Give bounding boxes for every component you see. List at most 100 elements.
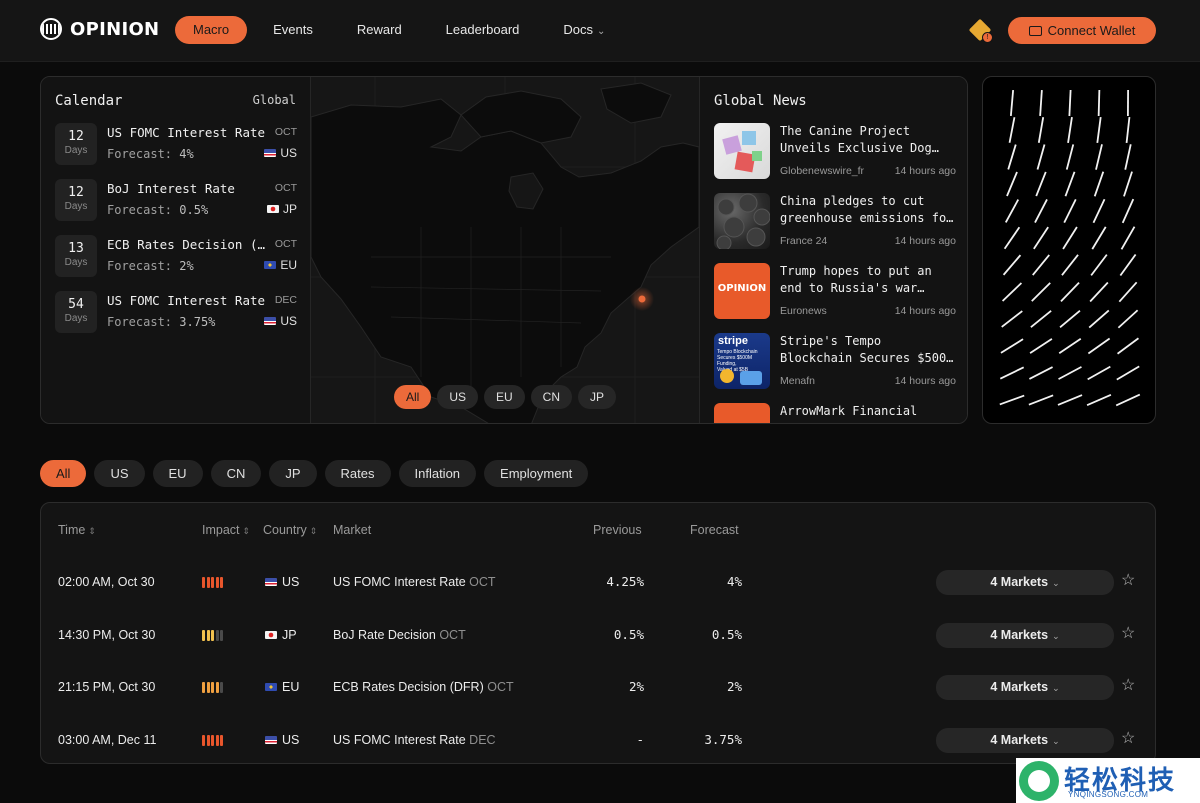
map-filter-all[interactable]: All: [393, 385, 432, 409]
connect-wallet-button[interactable]: Connect Wallet: [1008, 17, 1156, 44]
news-item[interactable]: stripe Tempo Blockchain Secures $500M Fund…: [714, 333, 956, 391]
filter-rates[interactable]: Rates: [324, 460, 391, 487]
favorite-star-icon[interactable]: ☆: [1121, 625, 1135, 643]
watermark-subtext: YNQINGSONG.COM: [1068, 790, 1149, 799]
calendar-forecast: Forecast: 3.75%: [107, 315, 215, 329]
chevron-down-icon: ⌄: [1052, 578, 1060, 588]
country-code: US: [280, 314, 297, 328]
favorite-star-icon[interactable]: ☆: [1121, 730, 1135, 748]
days-count: 12: [68, 129, 84, 144]
news-headline: Trump hopes to put an end to Russia's wa…: [780, 264, 932, 295]
impact-bar: [215, 734, 219, 746]
filter-eu[interactable]: EU: [152, 460, 203, 487]
rotating-line: [1119, 253, 1137, 277]
rotating-line: [1057, 394, 1083, 406]
bnb-chain-icon[interactable]: !: [968, 18, 993, 43]
world-map[interactable]: All US EU CN JP: [311, 77, 699, 423]
rotating-line: [1124, 144, 1132, 170]
favorite-star-icon[interactable]: ☆: [1121, 572, 1135, 590]
column-header-country[interactable]: Country ⇕: [263, 523, 317, 537]
nav-item-events[interactable]: Events: [255, 16, 331, 44]
event-market: US FOMC Interest Rate OCT: [333, 556, 496, 608]
rotating-line: [1065, 144, 1075, 170]
flag-eu-icon: [265, 683, 277, 691]
calendar-scope: Global: [252, 93, 296, 107]
impact-bar: [202, 629, 205, 641]
table-row[interactable]: 21:15 PM, Oct 30 EU ECB Rates Decision (DF…: [41, 661, 1155, 713]
filter-all[interactable]: All: [40, 460, 87, 487]
forecast-label: Forecast:: [107, 147, 173, 161]
news-headline: ArrowMark Financial: [780, 404, 918, 418]
rotating-line: [1090, 254, 1108, 276]
sort-icon: ⇕: [242, 526, 251, 536]
event-country: US: [265, 556, 299, 608]
nav-item-reward[interactable]: Reward: [339, 16, 420, 44]
country-code: EU: [282, 680, 300, 694]
calendar-item[interactable]: 12 Days BoJ Interest Rate OCT Forecast: 0.5%…: [55, 179, 297, 221]
calendar-item[interactable]: 13Days ECB Rates Decision (DFR) OCT Forecas…: [55, 235, 297, 277]
impact-bar: [211, 682, 214, 693]
impact-bar: [211, 734, 214, 746]
rotating-line: [1116, 365, 1140, 381]
table-row[interactable]: 02:00 AM, Oct 30 US US FOMC Interest Rate …: [41, 556, 1155, 608]
event-previous: 2%: [628, 679, 644, 694]
nav-item-macro[interactable]: Macro: [175, 16, 248, 44]
filter-cn[interactable]: CN: [210, 460, 262, 487]
news-item[interactable]: China pledges to cut greenhouse emission…: [714, 193, 956, 251]
column-header-impact[interactable]: Impact ⇕: [202, 523, 250, 537]
favorite-star-icon[interactable]: ☆: [1121, 677, 1135, 695]
map-filter-cn[interactable]: CN: [530, 385, 572, 409]
calendar-item[interactable]: 54 Days US FOMC Interest Rate DEC Forecast: …: [55, 291, 297, 333]
filter-employment[interactable]: Employment: [484, 460, 589, 487]
map-filter-us[interactable]: US: [437, 385, 478, 409]
markets-dropdown-button[interactable]: 4 Markets ⌄: [936, 675, 1114, 700]
table-row[interactable]: 14:30 PM, Oct 30 JP BoJ Rate Decision OCT 0…: [41, 609, 1155, 661]
impact-bar: [202, 577, 205, 588]
rotating-line: [1064, 171, 1076, 197]
event-forecast: 2%: [726, 679, 742, 694]
impact-bar: [211, 629, 214, 641]
table-row[interactable]: 03:00 AM, Dec 11 US US FOMC Interest Rate …: [41, 714, 1155, 766]
rotating-line: [1033, 226, 1049, 250]
calendar-item[interactable]: 12 Days US FOMC Interest Rate OCT Forecast: …: [55, 123, 297, 165]
days-label: Days: [64, 257, 88, 268]
brand-logo[interactable]: OPINION: [40, 18, 159, 40]
market-month: OCT: [469, 575, 496, 589]
nav-item-docs[interactable]: Docs ⌄: [545, 16, 623, 44]
event-time: 21:15 PM, Oct 30: [58, 680, 156, 694]
rotating-line: [1097, 89, 1101, 117]
site-watermark: 轻松科技 YNQINGSONG.COM: [1016, 758, 1200, 803]
impact-indicator: [202, 682, 223, 693]
map-region-filters: All US EU CN JP: [311, 385, 699, 409]
days-count: 13: [68, 241, 84, 256]
news-item[interactable]: The Canine Project Unveils Exclusive Dog…: [714, 123, 956, 181]
flag-eu-icon: [264, 261, 277, 269]
column-header-forecast: Forecast: [690, 523, 739, 537]
event-time: 02:00 AM, Oct 30: [58, 575, 155, 589]
filter-us[interactable]: US: [94, 460, 145, 487]
nav-item-leaderboard[interactable]: Leaderboard: [428, 16, 538, 44]
rotating-lines-graphic: [999, 89, 1141, 407]
filter-jp[interactable]: JP: [269, 460, 317, 487]
main-nav: Macro Events Reward Leaderboard Docs ⌄: [175, 16, 631, 44]
markets-dropdown-button[interactable]: 4 Markets ⌄: [936, 727, 1114, 753]
impact-bar: [215, 682, 219, 693]
column-header-time[interactable]: Time ⇕: [58, 523, 96, 537]
market-name: ECB Rates Decision (DFR): [333, 680, 484, 694]
calendar-country: EU: [264, 258, 297, 272]
news-item[interactable]: OPINION ArrowMark Financial: [714, 403, 956, 423]
map-filter-eu[interactable]: EU: [483, 385, 525, 409]
rotating-line: [1009, 89, 1015, 117]
news-time: 14 hours ago: [894, 235, 956, 247]
calendar-country: US: [264, 146, 297, 160]
calendar-event-month: OCT: [274, 182, 297, 194]
filter-inflation[interactable]: Inflation: [398, 460, 477, 487]
rotating-line: [1121, 198, 1135, 224]
news-source: Globenewswire_fr: [780, 165, 865, 177]
card-icon: [740, 371, 762, 385]
markets-dropdown-button[interactable]: 4 Markets ⌄: [936, 622, 1114, 648]
markets-dropdown-button[interactable]: 4 Markets ⌄: [936, 570, 1114, 595]
rotating-line: [1086, 394, 1112, 406]
map-filter-jp[interactable]: JP: [578, 385, 617, 409]
news-item[interactable]: OPINION Trump hopes to put an end to Russ…: [714, 263, 956, 321]
